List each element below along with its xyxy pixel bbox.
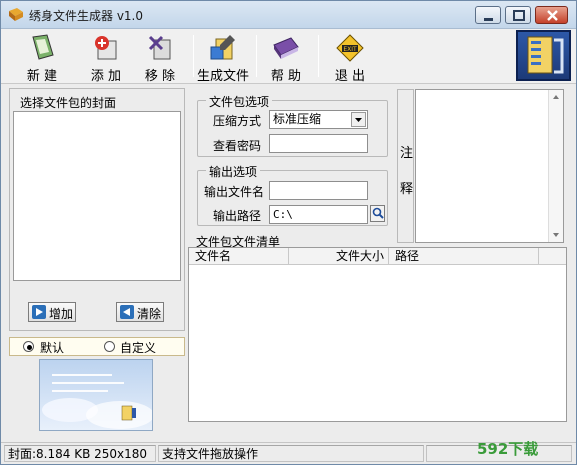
- remove-label: 移 除: [144, 69, 176, 84]
- file-list-table[interactable]: 文件名 文件大小 路径: [188, 247, 567, 422]
- radio-default-label: 默认: [40, 341, 65, 355]
- new-label: 新 建: [26, 69, 58, 84]
- browse-button[interactable]: [370, 205, 385, 222]
- compress-value: 标准压缩: [273, 112, 322, 126]
- build-button[interactable]: 生成文件: [196, 31, 250, 84]
- cover-clear-label: 清除: [137, 307, 162, 321]
- exit-label: 退 出: [334, 69, 366, 84]
- svg-text:EXIT: EXIT: [343, 46, 357, 53]
- remove-icon: [148, 35, 171, 60]
- toolbar-separator: [318, 35, 319, 77]
- title-bar: 绣身文件生成器 v1.0: [1, 1, 576, 29]
- radio-custom[interactable]: [104, 341, 115, 352]
- watermark: 592下载: [477, 440, 539, 458]
- notes-label-column: 注 释: [397, 89, 414, 243]
- radio-custom-label: 自定义: [120, 341, 157, 355]
- cover-mode-group: 默认 自定义: [9, 337, 185, 356]
- build-label: 生成文件: [196, 69, 249, 84]
- window-title: 绣身文件生成器 v1.0: [29, 9, 144, 23]
- add-button[interactable]: 添 加: [85, 31, 127, 84]
- app-window: 绣身文件生成器 v1.0 新 建 添 加 移 除 生成文件 帮 助 EXIT 退…: [0, 0, 577, 465]
- build-icon: [210, 35, 235, 60]
- maximize-button[interactable]: [505, 6, 531, 24]
- app-icon: [9, 8, 23, 21]
- exit-button[interactable]: EXIT 退 出: [329, 31, 371, 84]
- status-cover-info: 封面:8.184 KB 250x180: [4, 445, 156, 462]
- arrow-right-icon: [32, 305, 46, 319]
- output-path-label: 输出路径: [213, 209, 262, 223]
- app-logo-icon: [516, 30, 571, 81]
- cover-panel: 选择文件包的封面 增加 清除: [9, 88, 185, 331]
- help-book-icon: [273, 37, 299, 59]
- password-label: 查看密码: [213, 139, 262, 153]
- column-path[interactable]: 路径: [389, 248, 539, 265]
- add-icon: [95, 36, 117, 60]
- status-hint: 支持文件拖放操作: [158, 445, 424, 462]
- minimize-icon: [484, 18, 493, 21]
- cover-list[interactable]: [13, 111, 181, 281]
- cover-add-label: 增加: [49, 307, 74, 321]
- notes-label-bottom: 释: [400, 182, 414, 197]
- notes-label-top: 注: [400, 146, 414, 161]
- add-label: 添 加: [90, 69, 122, 84]
- close-button[interactable]: [535, 6, 568, 24]
- column-filesize[interactable]: 文件大小: [289, 248, 389, 265]
- cover-preview-image: [39, 359, 154, 431]
- toolbar-separator: [256, 35, 257, 77]
- new-document-icon: [32, 34, 54, 60]
- cover-add-button[interactable]: 增加: [28, 302, 76, 322]
- toolbar-separator: [193, 35, 194, 77]
- radio-default[interactable]: [23, 341, 34, 352]
- chevron-down-icon: [351, 112, 366, 127]
- output-options-legend: 输出选项: [206, 163, 261, 180]
- new-button[interactable]: 新 建: [21, 31, 63, 84]
- magnifier-icon: [372, 207, 384, 219]
- toolbar: 新 建 添 加 移 除 生成文件 帮 助 EXIT 退 出: [1, 29, 576, 84]
- compress-select[interactable]: 标准压缩: [269, 110, 368, 129]
- minimize-button[interactable]: [475, 6, 501, 24]
- password-input[interactable]: [269, 134, 368, 153]
- column-filename[interactable]: 文件名: [189, 248, 289, 265]
- output-filename-label: 输出文件名: [204, 185, 265, 199]
- maximize-icon: [513, 10, 525, 21]
- file-list-header: 文件名 文件大小 路径: [189, 248, 566, 265]
- close-icon: [547, 10, 558, 21]
- arrow-left-icon: [120, 305, 134, 319]
- cover-clear-button[interactable]: 清除: [116, 302, 164, 322]
- cover-caption: 选择文件包的封面: [20, 96, 117, 110]
- compress-label: 压缩方式: [213, 114, 262, 128]
- help-label: 帮 助: [270, 69, 302, 84]
- remove-button[interactable]: 移 除: [139, 31, 181, 84]
- output-path-input[interactable]: C:\: [269, 205, 368, 224]
- notes-scrollbar[interactable]: [548, 90, 563, 242]
- help-button[interactable]: 帮 助: [265, 31, 307, 84]
- notes-textarea[interactable]: [415, 89, 564, 243]
- output-filename-input[interactable]: [269, 181, 368, 200]
- package-options-legend: 文件包选项: [206, 93, 273, 110]
- exit-sign-icon: EXIT: [336, 34, 364, 62]
